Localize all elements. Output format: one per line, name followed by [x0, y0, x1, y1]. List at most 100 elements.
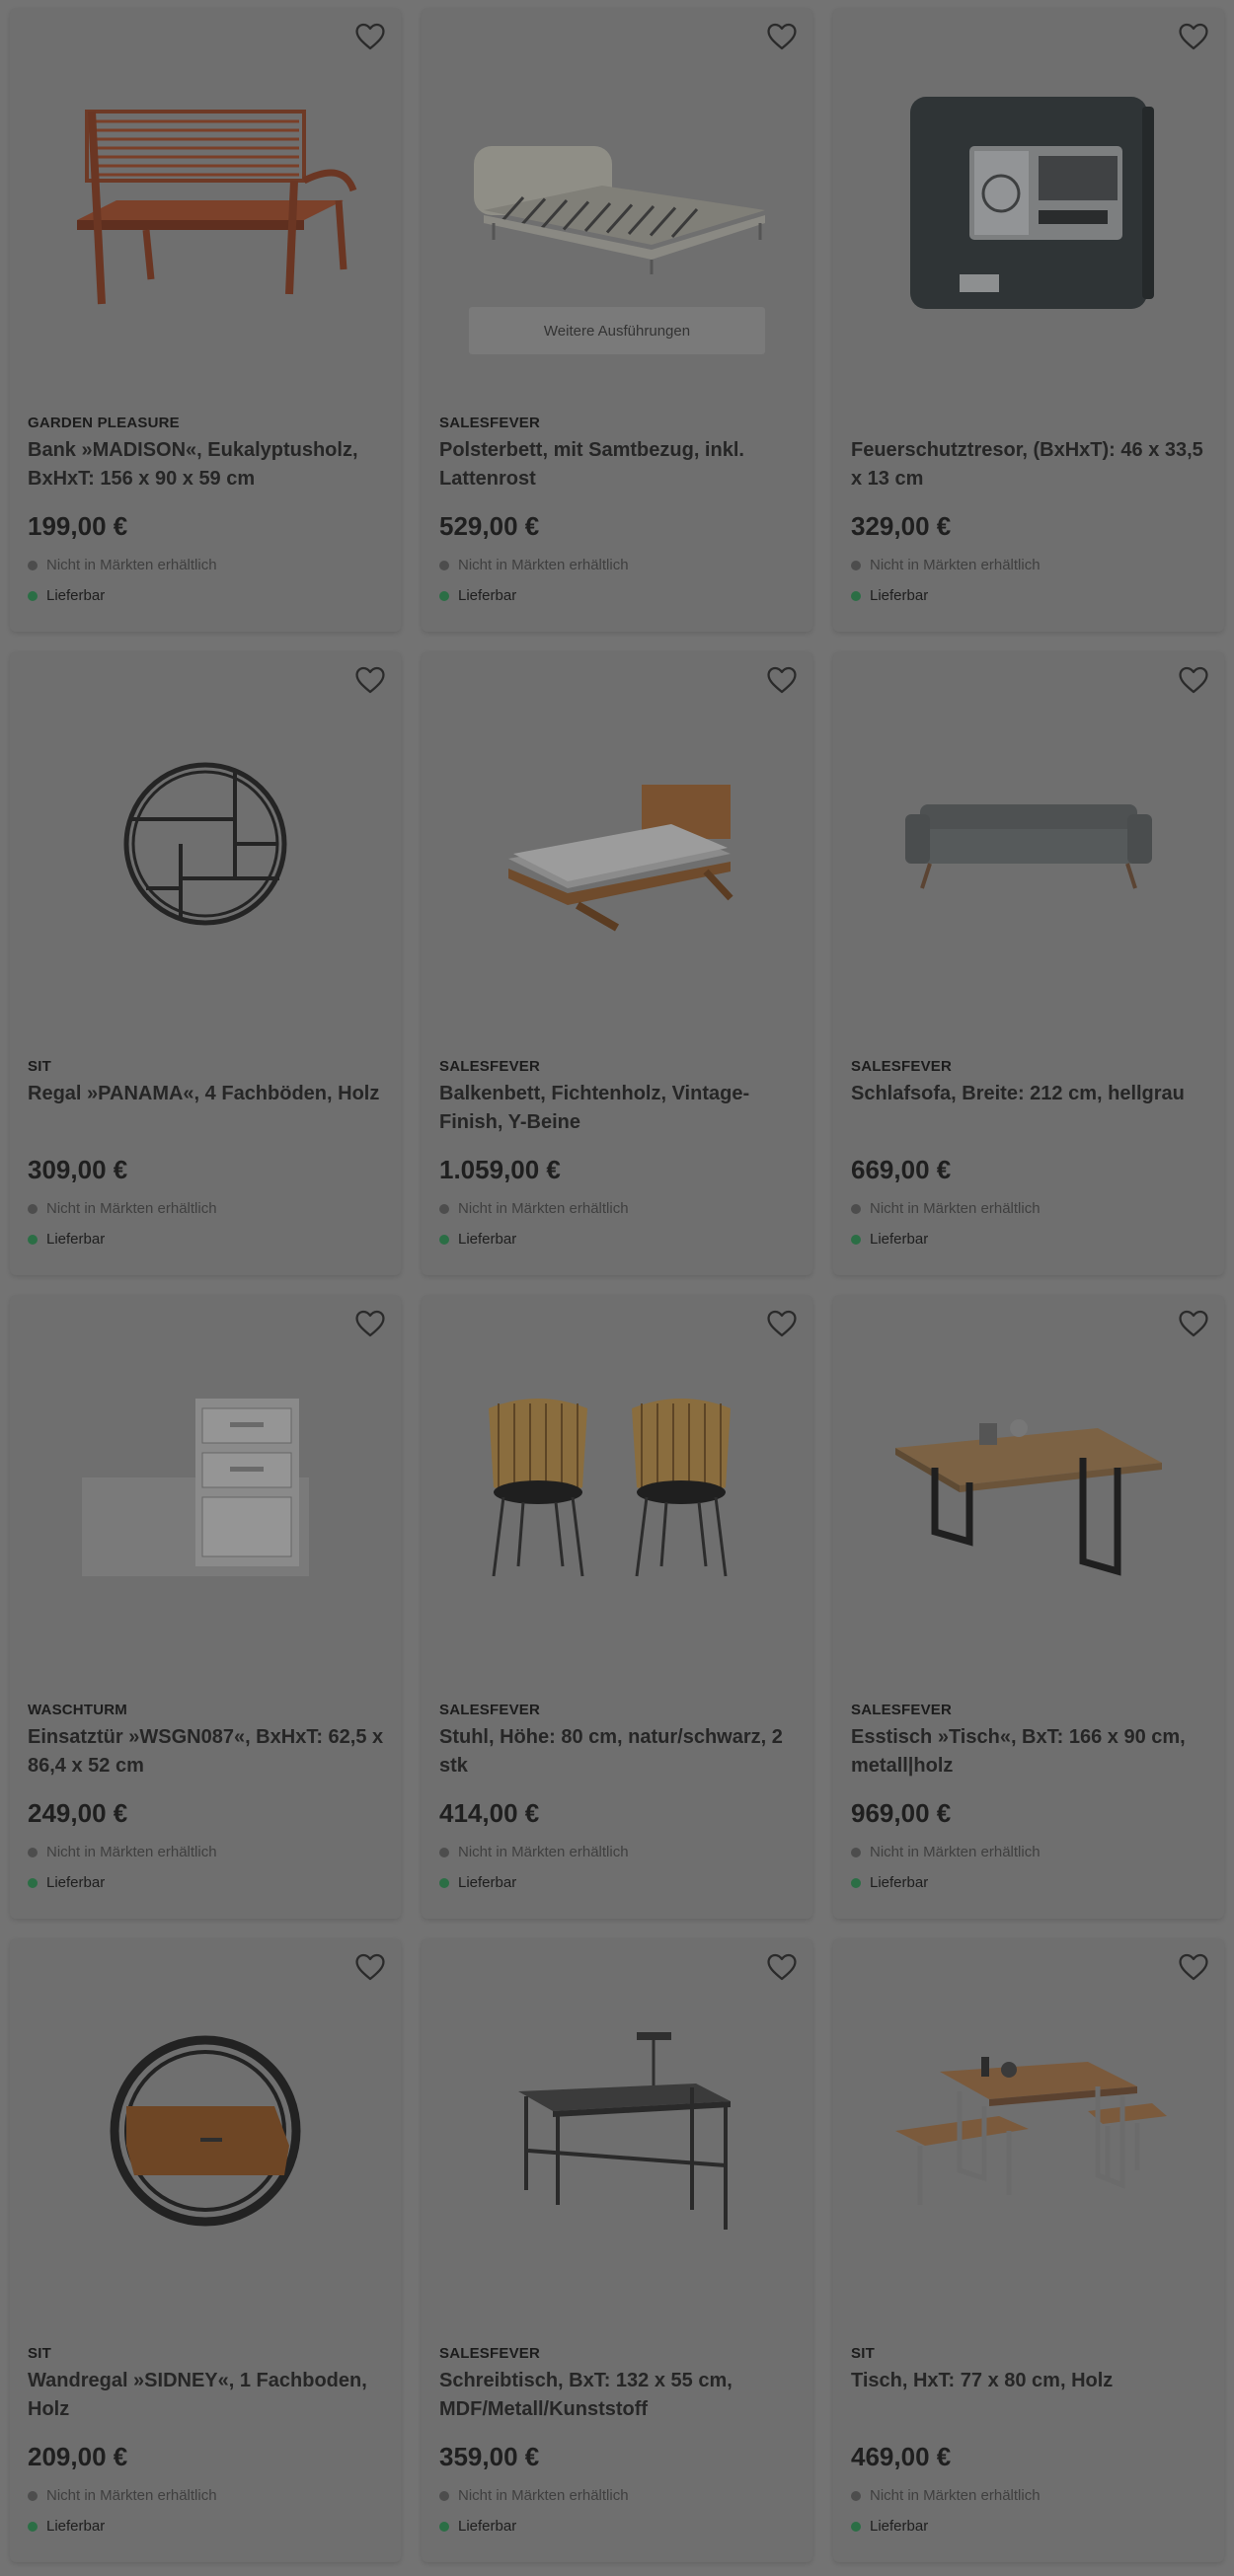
chairs-illustration — [489, 1399, 731, 1577]
product-grid: GARDEN PLEASURE Bank »MADISON«, Eukalypt… — [10, 8, 1224, 2562]
product-card-cabinet[interactable]: WASCHTURM Einsatztür »WSGN087«, BxHxT: 6… — [10, 1295, 401, 1919]
store-availability: Nicht in Märkten erhältlich — [851, 2487, 1041, 2504]
product-title[interactable]: Regal »PANAMA«, 4 Fachböden, Holz — [28, 1080, 388, 1108]
product-card-safe[interactable]: Feuerschutztresor, (BxHxT): 46 x 33,5 x … — [833, 8, 1224, 632]
delivery-status-dot — [439, 1877, 449, 1888]
product-card-dining-table[interactable]: SALESFEVER Esstisch »Tisch«, BxT: 166 x … — [833, 1295, 1224, 1919]
store-availability-label: Nicht in Märkten erhältlich — [458, 557, 629, 573]
product-image-round-shelf[interactable] — [10, 681, 401, 1007]
product-card-chairs[interactable]: SALESFEVER Stuhl, Höhe: 80 cm, natur/sch… — [422, 1295, 812, 1919]
store-availability-label: Nicht in Märkten erhältlich — [46, 1200, 217, 1217]
store-availability-label: Nicht in Märkten erhältlich — [458, 1200, 629, 1217]
delivery-status-dot — [28, 1877, 38, 1888]
product-price: 529,00 € — [439, 511, 540, 541]
wall-shelf-illustration — [110, 2035, 301, 2227]
product-image-sofa[interactable] — [833, 681, 1224, 1007]
heart-outline-icon[interactable] — [765, 1307, 799, 1340]
product-card-wooden-bed[interactable]: SALESFEVER Balkenbett, Fichtenholz, Vint… — [422, 651, 812, 1275]
sofa-illustration — [905, 804, 1152, 889]
delivery-label: Lieferbar — [870, 587, 929, 604]
product-title[interactable]: Stuhl, Höhe: 80 cm, natur/schwarz, 2 stk — [439, 1723, 800, 1780]
product-title[interactable]: Schreibtisch, BxT: 132 x 55 cm, MDF/Meta… — [439, 2367, 800, 2424]
delivery-status-dot — [439, 590, 449, 601]
delivery-status: Lieferbar — [851, 587, 928, 604]
product-image-chairs[interactable] — [422, 1325, 812, 1650]
product-brand: SIT — [28, 2345, 51, 2362]
product-brand: SALESFEVER — [439, 1058, 541, 1075]
product-title[interactable]: Esstisch »Tisch«, BxT: 166 x 90 cm, meta… — [851, 1723, 1211, 1780]
product-image-desk[interactable] — [422, 1968, 812, 2294]
wooden-bed-illustration — [508, 785, 733, 932]
product-title[interactable]: Schlafsofa, Breite: 212 cm, hellgrau — [851, 1080, 1211, 1108]
product-brand: SALESFEVER — [851, 1058, 953, 1075]
product-image-bench[interactable] — [10, 38, 401, 363]
product-card-bench[interactable]: GARDEN PLEASURE Bank »MADISON«, Eukalypt… — [10, 8, 401, 632]
product-title[interactable]: Tisch, HxT: 77 x 80 cm, Holz — [851, 2367, 1211, 2395]
delivery-label: Lieferbar — [458, 1874, 517, 1891]
delivery-status-dot — [851, 590, 861, 601]
product-price: 1.059,00 € — [439, 1155, 561, 1184]
heart-outline-icon[interactable] — [765, 20, 799, 53]
heart-outline-icon[interactable] — [765, 663, 799, 697]
store-availability: Nicht in Märkten erhältlich — [28, 557, 217, 573]
delivery-label: Lieferbar — [870, 2518, 929, 2535]
product-brand: WASCHTURM — [28, 1702, 127, 1718]
heart-outline-icon[interactable] — [1177, 1307, 1210, 1340]
delivery-label: Lieferbar — [458, 587, 517, 604]
dining-table-illustration — [895, 1419, 1162, 1576]
delivery-status: Lieferbar — [851, 1874, 928, 1891]
delivery-status: Lieferbar — [28, 1874, 105, 1891]
delivery-label: Lieferbar — [458, 1231, 517, 1248]
heart-outline-icon[interactable] — [353, 20, 387, 53]
cabinet-illustration — [82, 1399, 309, 1576]
product-image-wooden-bed[interactable] — [422, 681, 812, 1007]
product-brand: SALESFEVER — [851, 1702, 953, 1718]
store-status-dot — [851, 1203, 861, 1214]
product-price: 329,00 € — [851, 511, 952, 541]
heart-outline-icon[interactable] — [1177, 20, 1210, 53]
product-card-round-shelf[interactable]: SIT Regal »PANAMA«, 4 Fachböden, Holz 30… — [10, 651, 401, 1275]
store-availability-label: Nicht in Märkten erhältlich — [46, 557, 217, 573]
heart-outline-icon[interactable] — [1177, 1950, 1210, 1984]
product-image-table-bench-set[interactable] — [833, 1968, 1224, 2294]
bench-illustration — [77, 110, 357, 305]
store-availability: Nicht in Märkten erhältlich — [851, 557, 1041, 573]
product-title[interactable]: Bank »MADISON«, Eukalyptusholz, BxHxT: 1… — [28, 436, 388, 493]
product-title[interactable]: Polsterbett, mit Samtbezug, inkl. Latten… — [439, 436, 800, 493]
store-availability: Nicht in Märkten erhältlich — [439, 557, 629, 573]
product-title[interactable]: Wandregal »SIDNEY«, 1 Fachboden, Holz — [28, 2367, 388, 2424]
delivery-label: Lieferbar — [46, 2518, 106, 2535]
store-status-dot — [439, 1203, 449, 1214]
product-image-safe[interactable] — [833, 38, 1224, 363]
product-card-upholstered-bed[interactable]: SALESFEVER Polsterbett, mit Samtbezug, i… — [422, 8, 812, 632]
delivery-status-dot — [439, 1234, 449, 1245]
store-status-dot — [28, 2490, 38, 2501]
product-title[interactable]: Balkenbett, Fichtenholz, Vintage-Finish,… — [439, 1080, 800, 1137]
product-card-table-bench-set[interactable]: SIT Tisch, HxT: 77 x 80 cm, Holz 469,00 … — [833, 1938, 1224, 2562]
heart-outline-icon[interactable] — [353, 1307, 387, 1340]
safe-illustration — [910, 97, 1154, 309]
product-image-cabinet[interactable] — [10, 1325, 401, 1650]
product-brand: GARDEN PLEASURE — [28, 415, 180, 431]
product-title[interactable]: Einsatztür »WSGN087«, BxHxT: 62,5 x 86,4… — [28, 1723, 388, 1780]
product-card-desk[interactable]: SALESFEVER Schreibtisch, BxT: 132 x 55 c… — [422, 1938, 812, 2562]
product-brand: SALESFEVER — [439, 1702, 541, 1718]
store-availability-label: Nicht in Märkten erhältlich — [870, 557, 1041, 573]
product-image-wall-shelf[interactable] — [10, 1968, 401, 2294]
delivery-status: Lieferbar — [439, 2518, 516, 2535]
heart-outline-icon[interactable] — [353, 1950, 387, 1984]
product-image-dining-table[interactable] — [833, 1325, 1224, 1650]
store-status-dot — [28, 560, 38, 570]
heart-outline-icon[interactable] — [765, 1950, 799, 1984]
product-card-sofa[interactable]: SALESFEVER Schlafsofa, Breite: 212 cm, h… — [833, 651, 1224, 1275]
store-availability-label: Nicht in Märkten erhältlich — [46, 1844, 217, 1860]
heart-outline-icon[interactable] — [1177, 663, 1210, 697]
delivery-status: Lieferbar — [439, 1874, 516, 1891]
heart-outline-icon[interactable] — [353, 663, 387, 697]
product-card-wall-shelf[interactable]: SIT Wandregal »SIDNEY«, 1 Fachboden, Hol… — [10, 1938, 401, 2562]
more-variants-button[interactable]: Weitere Ausführungen — [469, 307, 765, 354]
product-price: 359,00 € — [439, 2442, 540, 2471]
product-title[interactable]: Feuerschutztresor, (BxHxT): 46 x 33,5 x … — [851, 436, 1211, 493]
delivery-status: Lieferbar — [28, 1231, 105, 1248]
delivery-label: Lieferbar — [458, 2518, 517, 2535]
